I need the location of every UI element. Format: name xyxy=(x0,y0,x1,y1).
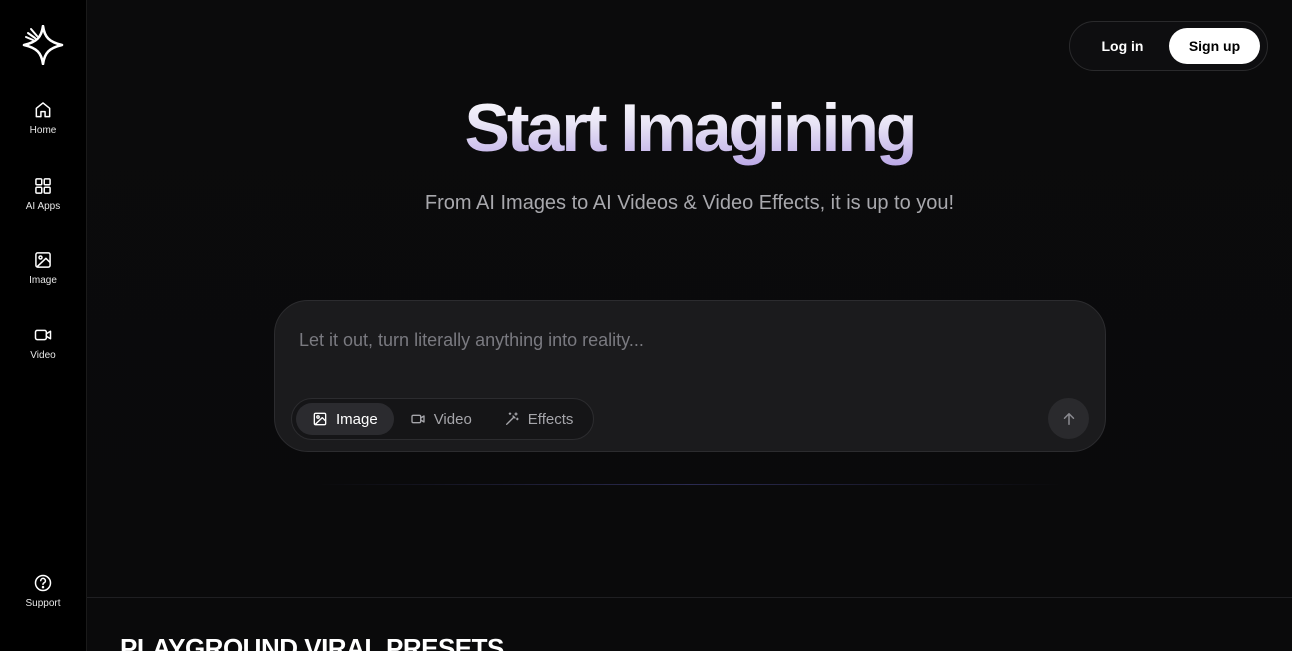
tab-label: Effects xyxy=(527,410,574,428)
image-icon xyxy=(313,412,327,426)
tab-video[interactable]: Video xyxy=(394,403,488,435)
sidebar-item-label: Support xyxy=(25,598,61,609)
glow-divider xyxy=(317,484,1062,485)
page-subtitle: From AI Images to AI Videos & Video Effe… xyxy=(424,192,955,214)
video-icon xyxy=(411,414,425,424)
sidebar-item-support[interactable]: Support xyxy=(0,573,86,610)
home-icon xyxy=(35,102,51,118)
sidebar-item-label: Video xyxy=(30,350,56,361)
prompt-card: Image Video Effects xyxy=(274,300,1106,452)
sidebar-item-label: Home xyxy=(29,125,57,136)
page-title: Start Imagining xyxy=(87,88,1292,168)
video-icon xyxy=(34,329,52,341)
tab-label: Video xyxy=(433,410,472,428)
sidebar-item-home[interactable]: Home xyxy=(0,100,86,137)
auth-group: Log in Sign up xyxy=(1069,21,1268,71)
login-button[interactable]: Log in xyxy=(1076,28,1169,64)
grid-icon xyxy=(35,178,51,194)
sidebar-item-ai-apps[interactable]: AI Apps xyxy=(0,176,86,213)
section-title: PLAYGROUND VIRAL PRESETS xyxy=(120,633,504,651)
image-icon xyxy=(35,252,51,268)
section-divider xyxy=(87,597,1292,598)
sidebar: Home AI Apps Image Video Support xyxy=(0,0,87,651)
mode-tabs: Image Video Effects xyxy=(291,398,594,440)
sidebar-item-label: AI Apps xyxy=(25,201,61,212)
prompt-input[interactable] xyxy=(299,327,1059,353)
main-content: Log in Sign up Start Imagining From AI I… xyxy=(87,0,1292,651)
tab-effects[interactable]: Effects xyxy=(488,403,590,435)
sidebar-item-label: Image xyxy=(29,275,57,286)
tab-label: Image xyxy=(336,410,378,428)
send-button[interactable] xyxy=(1048,398,1089,439)
signup-button[interactable]: Sign up xyxy=(1169,28,1260,64)
sidebar-item-image[interactable]: Image xyxy=(0,250,86,287)
arrow-up-icon xyxy=(1063,412,1074,425)
logo-icon[interactable] xyxy=(22,24,64,66)
magic-wand-icon xyxy=(505,412,519,425)
sidebar-item-video[interactable]: Video xyxy=(0,325,86,362)
help-circle-icon xyxy=(34,574,52,592)
tab-image[interactable]: Image xyxy=(296,403,394,435)
